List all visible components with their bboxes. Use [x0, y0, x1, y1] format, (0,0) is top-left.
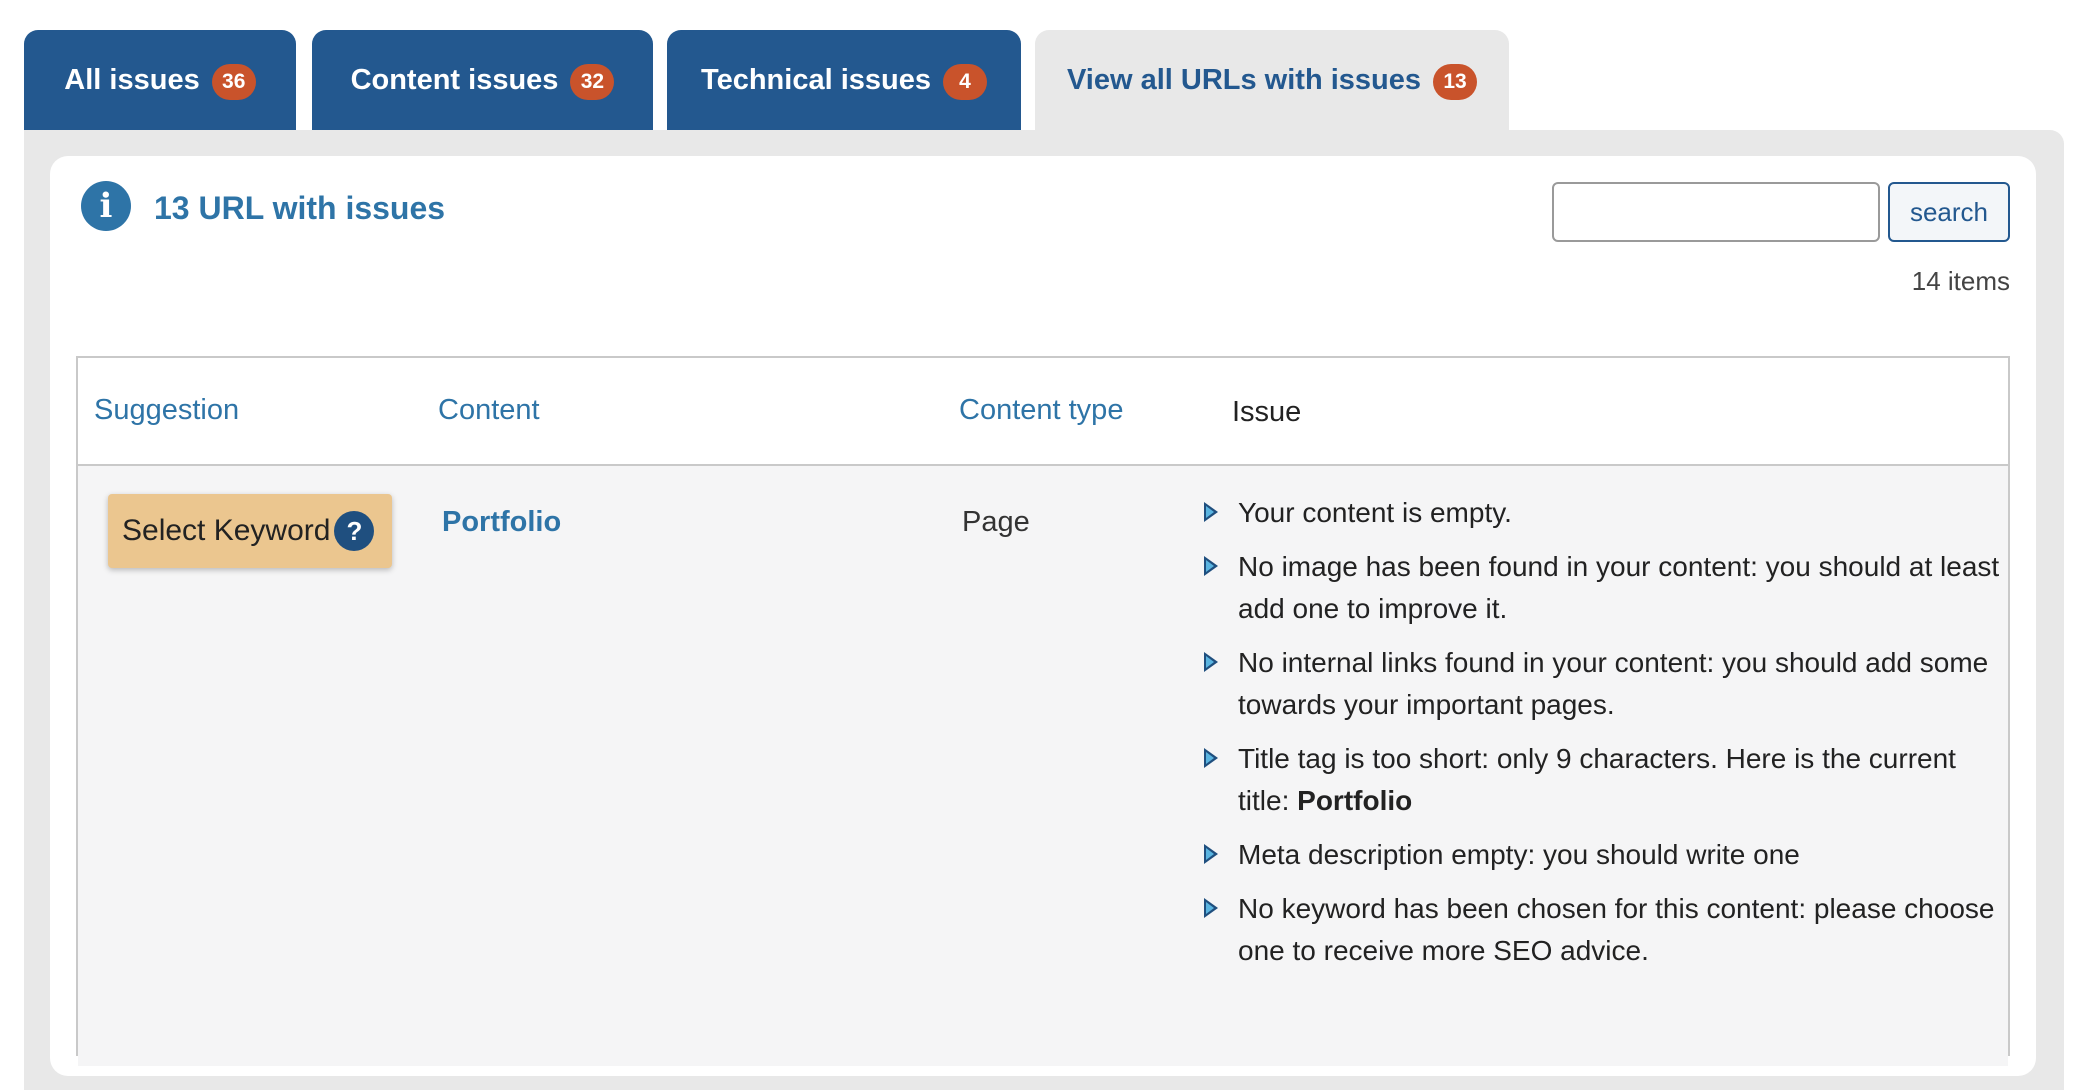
count-badge: 32	[570, 64, 615, 100]
count-badge: 36	[211, 64, 256, 100]
select-keyword-label: Select Keyword	[122, 514, 331, 547]
content-link[interactable]: Portfolio	[442, 506, 561, 539]
tab-label: Content issues	[350, 63, 559, 96]
issue-item: Title tag is too short: only 9 character…	[1204, 738, 2004, 822]
issues-table: Suggestion Content Content type Issue Se…	[76, 356, 2010, 1066]
column-header-content[interactable]: Content	[438, 394, 540, 427]
content-type: Page	[962, 506, 1030, 538]
arrow-bullet-icon	[1204, 556, 1218, 576]
issue-item: Your content is empty.	[1204, 492, 2004, 534]
issue-item: No internal links found in your content:…	[1204, 642, 2004, 726]
column-header-issue: Issue	[1232, 396, 1302, 428]
issue-text: No image has been found in your content:…	[1238, 551, 2000, 624]
select-keyword-button[interactable]: Select Keyword ?	[108, 494, 392, 568]
issue-text: No keyword has been chosen for this cont…	[1238, 893, 1995, 966]
page-title: 13 URL with issues	[154, 190, 446, 226]
current-title: Portfolio	[1297, 785, 1413, 816]
tab-content-issues[interactable]: Content issues 32	[312, 30, 653, 130]
count-badge: 13	[1433, 64, 1478, 100]
tab-technical-issues[interactable]: Technical issues 4	[667, 30, 1021, 130]
issue-text: Meta description empty: you should write…	[1238, 839, 1800, 870]
issue-list: Your content is empty. No image has been…	[1204, 492, 2004, 984]
column-header-suggestion[interactable]: Suggestion	[94, 394, 239, 427]
issue-item: No image has been found in your content:…	[1204, 546, 2004, 630]
arrow-bullet-icon	[1204, 502, 1218, 522]
issue-text: Your content is empty.	[1238, 497, 1512, 528]
arrow-bullet-icon	[1204, 748, 1218, 768]
items-count: 14 items	[1911, 266, 2010, 296]
tab-all-issues[interactable]: All issues 36	[24, 30, 296, 130]
help-icon[interactable]: ?	[334, 511, 375, 551]
arrow-bullet-icon	[1204, 898, 1218, 918]
tab-view-all-urls[interactable]: View all URLs with issues 13	[1035, 30, 1509, 130]
issue-text: No internal links found in your content:…	[1238, 647, 1989, 720]
issue-item: Meta description empty: you should write…	[1204, 834, 2004, 876]
issue-item: No keyword has been chosen for this cont…	[1204, 888, 2004, 972]
table-header: Suggestion Content Content type Issue	[78, 358, 2008, 466]
tab-label: View all URLs with issues	[1066, 63, 1422, 96]
count-badge: 4	[942, 64, 987, 100]
tab-label: All issues	[64, 63, 200, 96]
arrow-bullet-icon	[1204, 652, 1218, 672]
info-icon: i	[81, 181, 131, 231]
arrow-bullet-icon	[1204, 844, 1218, 864]
table-row: Select Keyword ? Portfolio Page Your con…	[78, 466, 2008, 1066]
tab-label: Technical issues	[701, 63, 931, 96]
search-input[interactable]	[1552, 182, 1880, 242]
search-button[interactable]: search	[1888, 182, 2010, 242]
column-header-content-type[interactable]: Content type	[959, 394, 1123, 427]
